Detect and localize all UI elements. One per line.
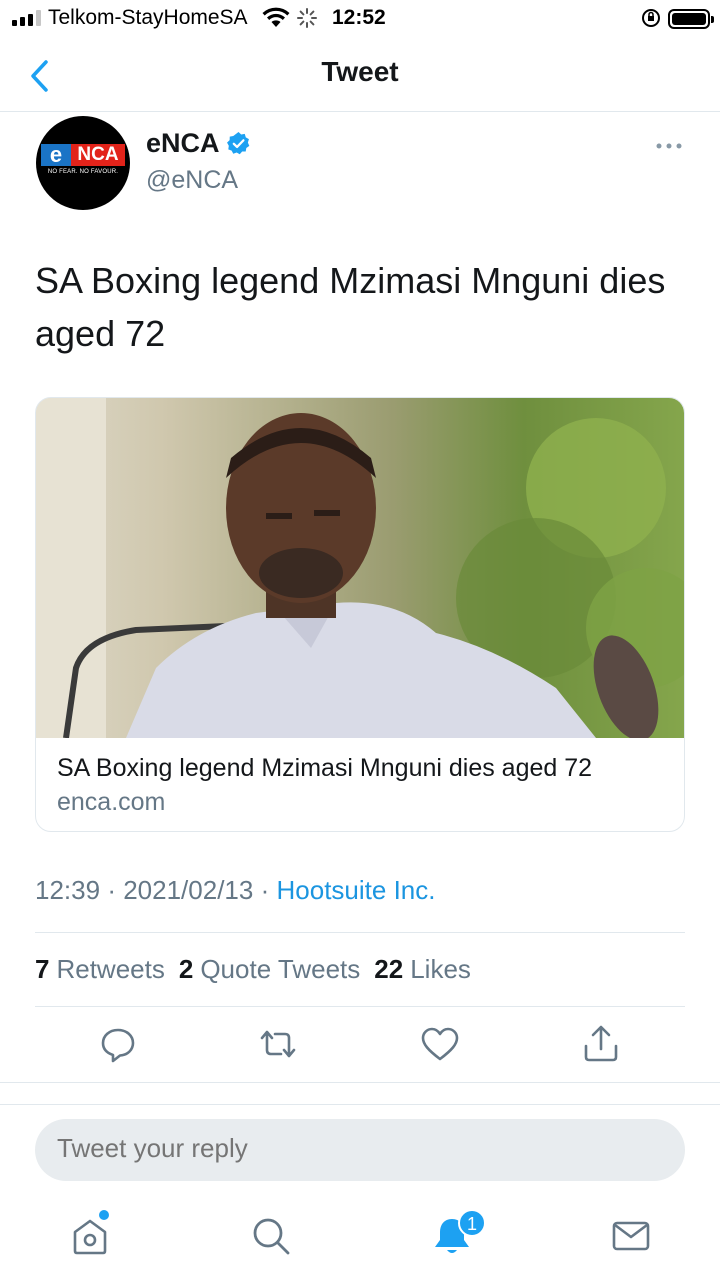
- card-image: [36, 398, 684, 738]
- battery-icon: [668, 9, 714, 29]
- messages-tab-icon[interactable]: [607, 1212, 655, 1260]
- divider: [0, 1104, 720, 1105]
- likes-stat[interactable]: 22 Likes: [374, 954, 471, 985]
- page-title: Tweet: [321, 56, 399, 87]
- reply-icon[interactable]: [96, 1022, 140, 1066]
- notifications-badge: 1: [458, 1209, 486, 1237]
- logo-nca-text: NCA: [71, 144, 125, 166]
- search-tab-icon[interactable]: [247, 1212, 295, 1260]
- quotes-label: Quote Tweets: [200, 954, 361, 984]
- divider: [0, 1082, 720, 1083]
- retweets-label: Retweets: [56, 954, 165, 984]
- card-title: SA Boxing legend Mzimasi Mnguni dies age…: [57, 754, 593, 782]
- photo-illustration: [36, 398, 684, 738]
- card-domain: enca.com: [57, 788, 166, 816]
- logo-e-text: e: [41, 144, 71, 166]
- logo-tagline: NO FEAR. NO FAVOUR.: [47, 169, 119, 175]
- avatar[interactable]: e NCA NO FEAR. NO FAVOUR.: [36, 116, 130, 210]
- enca-logo: e NCA: [41, 144, 125, 166]
- author-handle[interactable]: @eNCA: [146, 166, 238, 195]
- share-icon[interactable]: [579, 1022, 623, 1066]
- carrier-name: Telkom-StayHomeSA: [48, 6, 248, 29]
- reply-box[interactable]: [35, 1119, 685, 1181]
- like-heart-icon[interactable]: [418, 1022, 462, 1066]
- home-unread-dot: [99, 1210, 109, 1220]
- tweet-time: 12:39: [35, 875, 101, 905]
- signal-strength-icon: [12, 10, 41, 26]
- divider: [35, 932, 685, 933]
- tweet-meta: 12:39 · 2021/02/13 · Hootsuite Inc.: [35, 875, 435, 906]
- meta-separator: ·: [260, 875, 270, 905]
- more-options-icon[interactable]: [655, 141, 683, 151]
- tweet-date: 2021/02/13: [123, 875, 254, 905]
- author-name[interactable]: eNCA: [146, 128, 220, 159]
- orientation-lock-icon: [642, 9, 660, 27]
- verified-badge-icon: [227, 132, 250, 155]
- likes-label: Likes: [410, 954, 471, 984]
- wifi-icon: [262, 7, 290, 27]
- tweet-source-link[interactable]: Hootsuite Inc.: [277, 875, 436, 905]
- retweets-count: 7: [35, 954, 50, 984]
- reply-input[interactable]: [57, 1133, 657, 1164]
- tweet-stats: 7 Retweets 2 Quote Tweets 22 Likes: [35, 954, 471, 985]
- retweets-stat[interactable]: 7 Retweets: [35, 954, 165, 985]
- divider: [35, 1006, 685, 1007]
- retweet-icon[interactable]: [256, 1022, 300, 1066]
- nav-bar: Tweet: [0, 38, 720, 112]
- quotes-count: 2: [178, 954, 194, 984]
- tweet-actions: [0, 1022, 720, 1072]
- link-card[interactable]: SA Boxing legend Mzimasi Mnguni dies age…: [35, 397, 685, 832]
- status-clock: 12:52: [332, 6, 386, 29]
- tweet-text: SA Boxing legend Mzimasi Mnguni dies age…: [35, 260, 666, 354]
- activity-spinner-icon: [297, 8, 317, 28]
- likes-count: 22: [374, 954, 404, 984]
- status-bar: Telkom-StayHomeSA 12:52: [0, 0, 720, 38]
- home-tab-icon[interactable]: [66, 1212, 114, 1260]
- quote-tweets-stat[interactable]: 2 Quote Tweets: [179, 954, 360, 985]
- meta-separator: ·: [107, 875, 116, 905]
